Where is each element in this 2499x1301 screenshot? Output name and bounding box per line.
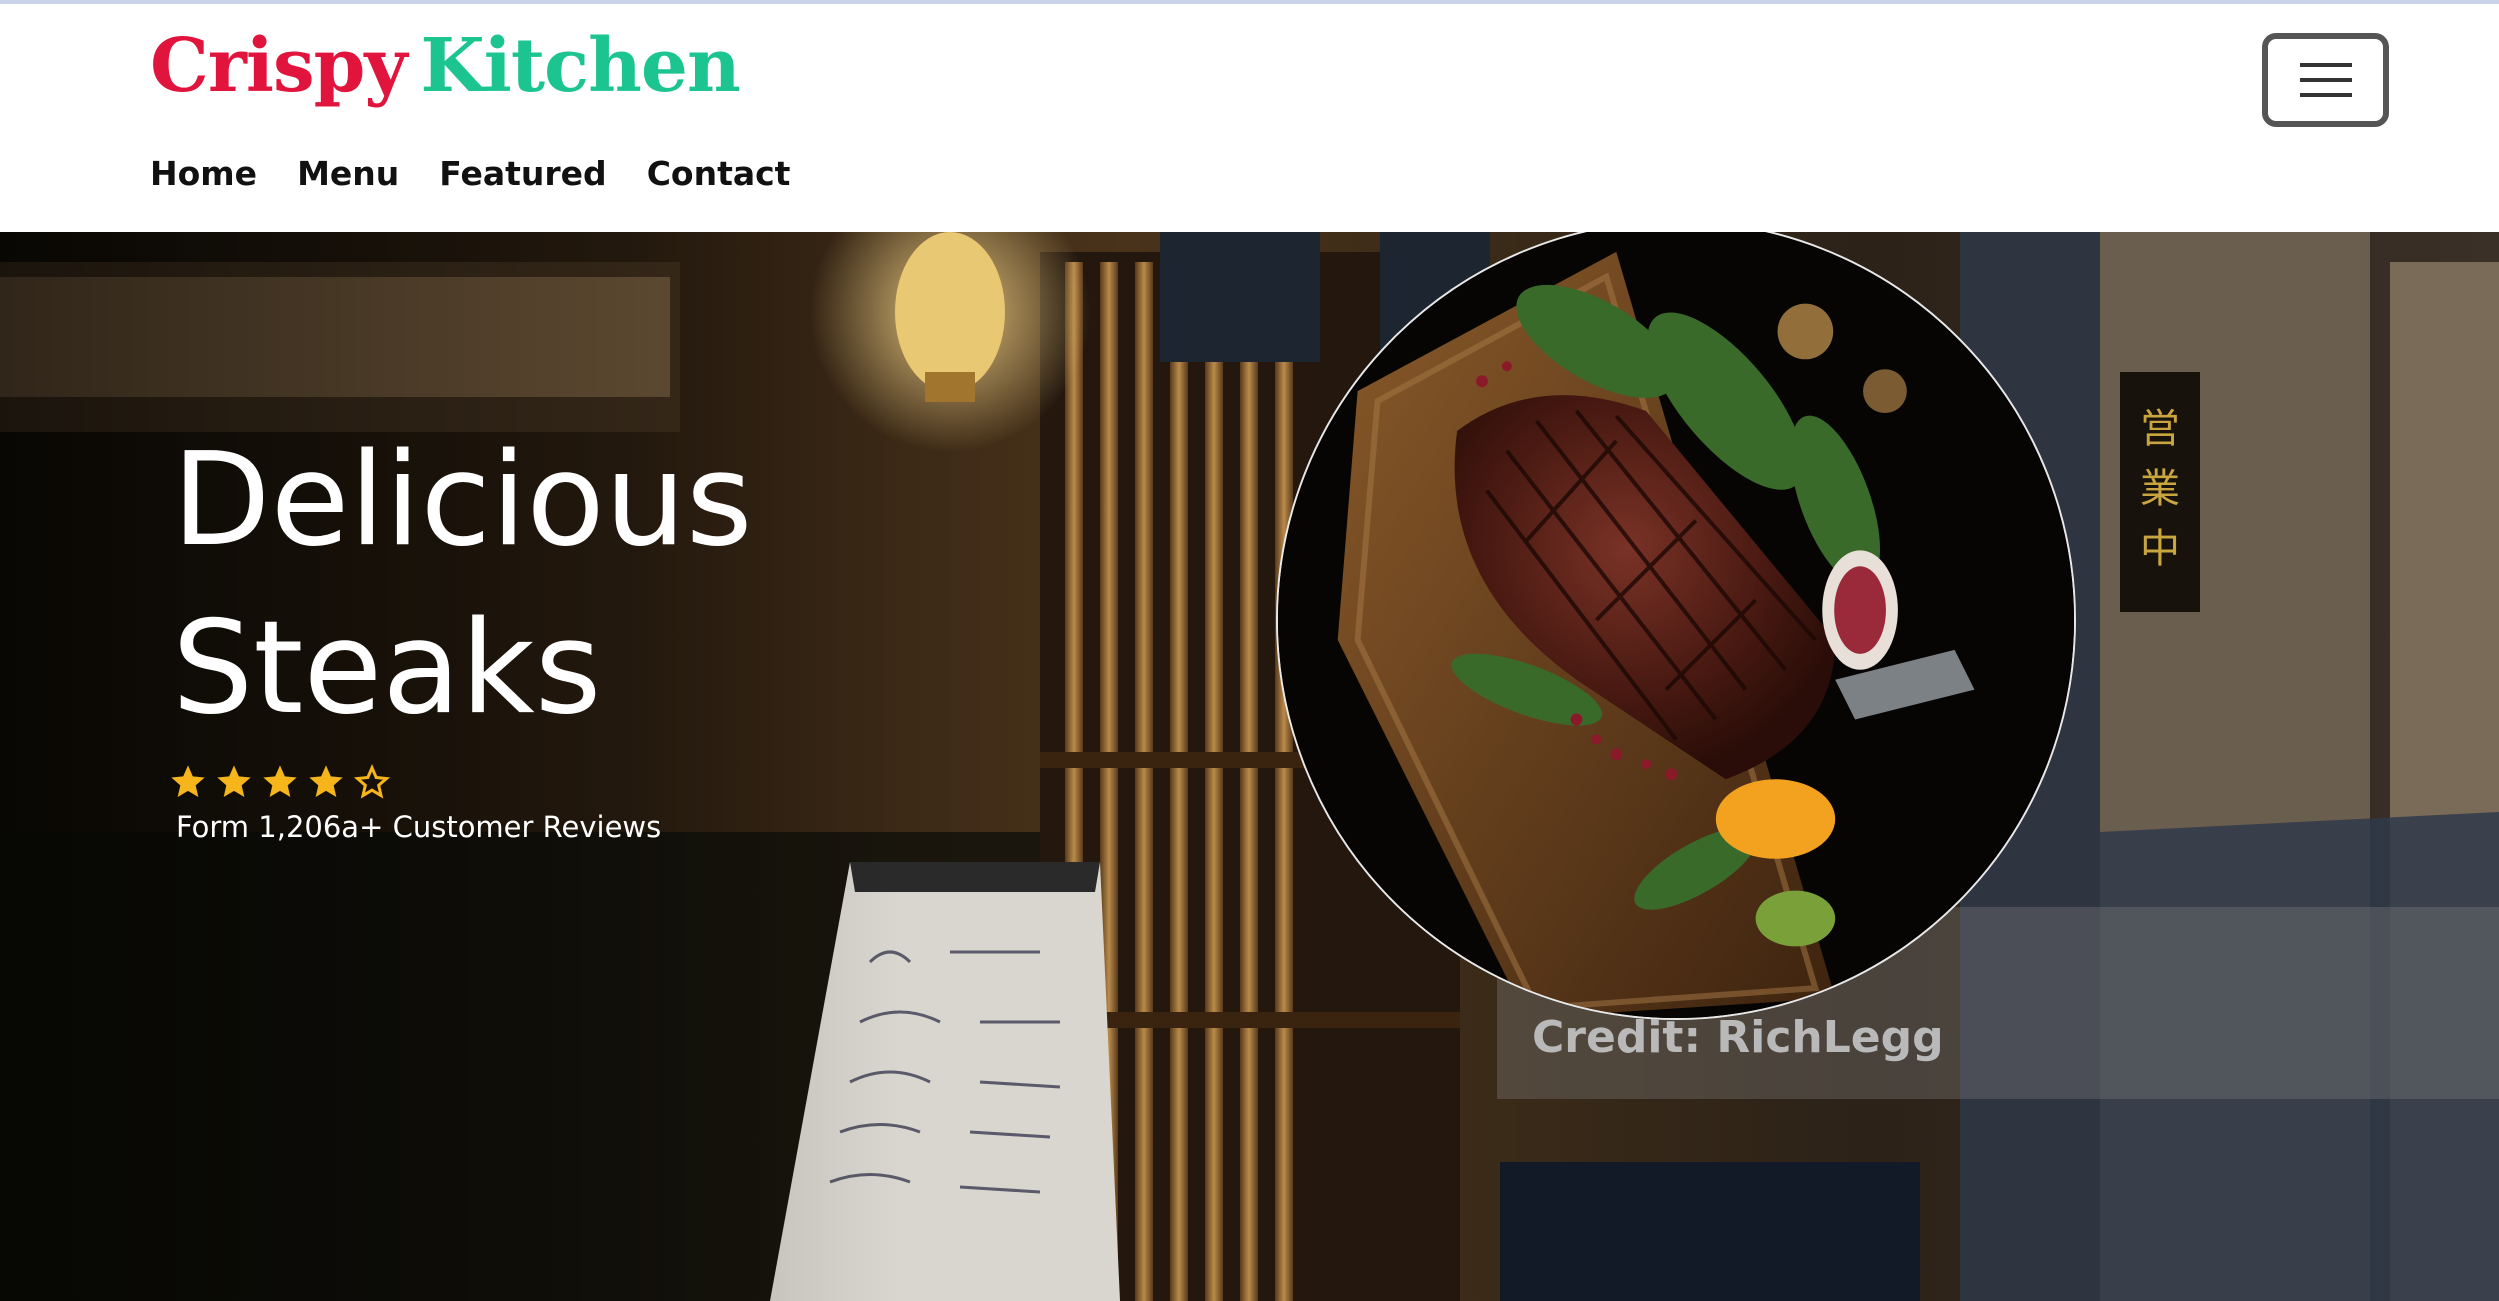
steak-image [1276,232,2076,1020]
main-nav: Home Menu Featured Contact [150,154,790,193]
hero-title-line2: Steaks [172,594,602,743]
nav-home-link[interactable]: Home [150,154,257,193]
nav-menu-link[interactable]: Menu [297,154,399,193]
nav-featured-link[interactable]: Featured [439,154,606,193]
customer-reviews-text: Form 1,206a+ Customer Reviews [176,810,662,844]
star-rating [168,762,392,802]
steak-on-board-image [1278,232,2074,1018]
image-credit: Credit: RichLegg [1532,1012,1944,1063]
hamburger-icon [2299,63,2352,97]
star-filled-icon [263,765,297,797]
star-outline-icon [353,764,391,799]
site-header: Crispy Kitchen Home Menu Featured Contact [0,4,2499,232]
brand-logo[interactable]: Crispy Kitchen [150,23,741,109]
svg-text:業: 業 [2140,466,2180,512]
svg-text:営: 営 [2140,406,2180,452]
nav-contact-link[interactable]: Contact [647,154,791,193]
brand-word-crispy: Crispy [150,23,407,109]
star-filled-icon [309,765,343,797]
star-filled-icon [217,765,251,797]
hero-title: Delicious Steaks [172,417,753,753]
hero-title-line1: Delicious [172,426,753,575]
menu-toggle-button[interactable] [2262,33,2389,127]
hero-section: 営 業 中 Delicious Steaks Form 1,206a+ Cust… [0,232,2499,1301]
svg-text:中: 中 [2140,526,2180,572]
star-filled-icon [171,765,205,797]
brand-word-kitchen: Kitchen [420,23,740,109]
